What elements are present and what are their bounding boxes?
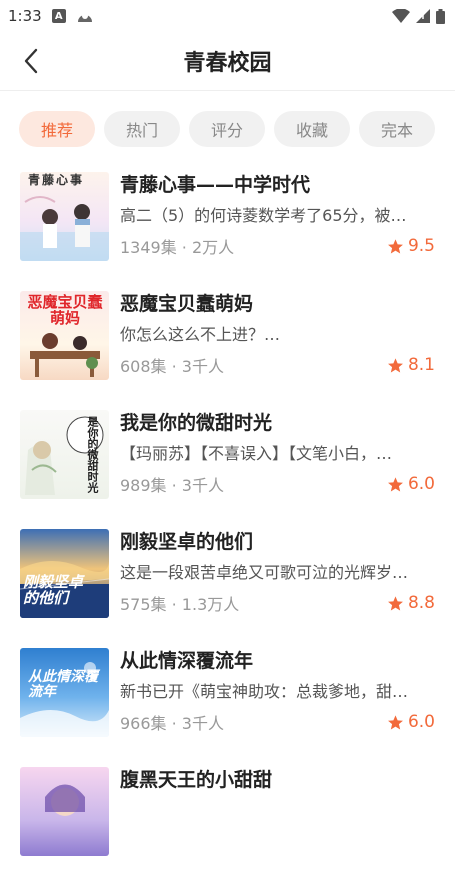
book-title: 恶魔宝贝蠢萌妈 [120, 293, 254, 315]
star-icon [388, 595, 403, 610]
signal-icon [416, 9, 430, 23]
book-description: 【玛丽苏】【不喜误入】【文笔小白，… [120, 444, 393, 463]
star-icon [388, 476, 403, 491]
tab-completed[interactable]: 完本 [359, 111, 435, 147]
rating-value: 8.8 [407, 593, 435, 613]
book-episode-count: 1349集 · 2万人 [120, 238, 235, 257]
book-cover: 青藤心事 [20, 172, 109, 261]
book-list-item[interactable]: 从此情深覆流年 从此情深覆流年 新书已开《萌宝神助攻：总裁爹地，甜… 966集 … [0, 634, 455, 753]
book-description: 新书已开《萌宝神助攻：总裁爹地，甜… [120, 682, 409, 701]
chevron-left-icon [24, 48, 38, 74]
book-title: 我是你的微甜时光 [120, 412, 273, 434]
star-icon [388, 238, 403, 253]
star-icon [388, 714, 403, 729]
notification-a-icon: A [51, 9, 66, 23]
book-episode-count: 989集 · 3千人 [120, 476, 224, 495]
book-rating: 8.1 [387, 355, 435, 375]
book-episode-count: 575集 · 1.3万人 [120, 595, 240, 614]
status-bar: 1:33 A [0, 0, 455, 32]
cover-title-text: 青藤心事 [28, 173, 85, 187]
notification-android-icon [77, 13, 92, 22]
tab-favorites[interactable]: 收藏 [274, 111, 350, 147]
book-description: 高二（5）的何诗菱数学考了65分，被… [120, 206, 407, 225]
book-title: 刚毅坚卓的他们 [120, 531, 254, 553]
book-cover: 恶魔宝贝蠢萌妈 [20, 291, 109, 380]
book-rating: 8.8 [387, 593, 435, 613]
book-rating: 9.5 [387, 236, 435, 256]
cover-title-text: 是你的微甜时光 [86, 416, 99, 493]
back-button[interactable] [16, 46, 46, 76]
rating-value: 6.0 [407, 474, 435, 494]
book-cover: 刚毅坚卓的他们 [20, 529, 109, 618]
tab-rating[interactable]: 评分 [189, 111, 265, 147]
cover-title-text: 从此情深覆流年 [28, 669, 98, 700]
book-episode-count: 608集 · 3千人 [120, 357, 224, 376]
book-episode-count: 966集 · 3千人 [120, 714, 224, 733]
cover-title-text: 恶魔宝贝蠢萌妈 [27, 293, 103, 327]
book-list: 青藤心事 青藤心事——中学时代 高二（5）的何诗菱数学考了65分，被… 1349… [0, 158, 455, 872]
tab-recommend[interactable]: 推荐 [19, 111, 95, 147]
book-list-item[interactable]: 青藤心事 青藤心事——中学时代 高二（5）的何诗菱数学考了65分，被… 1349… [0, 158, 455, 277]
nav-bar: 青春校园 [0, 32, 455, 91]
book-cover [20, 767, 109, 856]
rating-value: 8.1 [407, 355, 435, 375]
book-list-item[interactable]: 是你的微甜时光 我是你的微甜时光 【玛丽苏】【不喜误入】【文笔小白，… 989集… [0, 396, 455, 515]
rating-value: 9.5 [407, 236, 435, 256]
star-icon [388, 357, 403, 372]
category-tabs: 推荐 热门 评分 收藏 完本 [0, 110, 455, 148]
tab-hot[interactable]: 热门 [104, 111, 180, 147]
book-rating: 6.0 [387, 474, 435, 494]
book-cover: 从此情深覆流年 [20, 648, 109, 737]
book-rating: 6.0 [387, 712, 435, 732]
book-cover: 是你的微甜时光 [20, 410, 109, 499]
status-time: 1:33 [8, 7, 42, 25]
battery-icon [436, 8, 445, 24]
wifi-icon [392, 9, 410, 23]
book-title: 从此情深覆流年 [120, 650, 254, 672]
book-description: 这是一段艰苦卓绝又可歌可泣的光辉岁… [120, 563, 409, 582]
book-title: 青藤心事——中学时代 [120, 174, 311, 196]
book-list-item[interactable]: 刚毅坚卓的他们 刚毅坚卓的他们 这是一段艰苦卓绝又可歌可泣的光辉岁… 575集 … [0, 515, 455, 634]
book-list-item[interactable]: 恶魔宝贝蠢萌妈 恶魔宝贝蠢萌妈 你怎么这么不上进？… 608集 · 3千人 8.… [0, 277, 455, 396]
rating-value: 6.0 [407, 712, 435, 732]
book-title: 腹黑天王的小甜甜 [120, 769, 273, 791]
book-description: 你怎么这么不上进？… [120, 325, 281, 344]
cover-title-text: 刚毅坚卓的他们 [23, 573, 84, 607]
book-list-item[interactable]: 腹黑天王的小甜甜 [0, 753, 455, 872]
page-title: 青春校园 [183, 51, 272, 76]
cover-illustration [45, 784, 85, 816]
